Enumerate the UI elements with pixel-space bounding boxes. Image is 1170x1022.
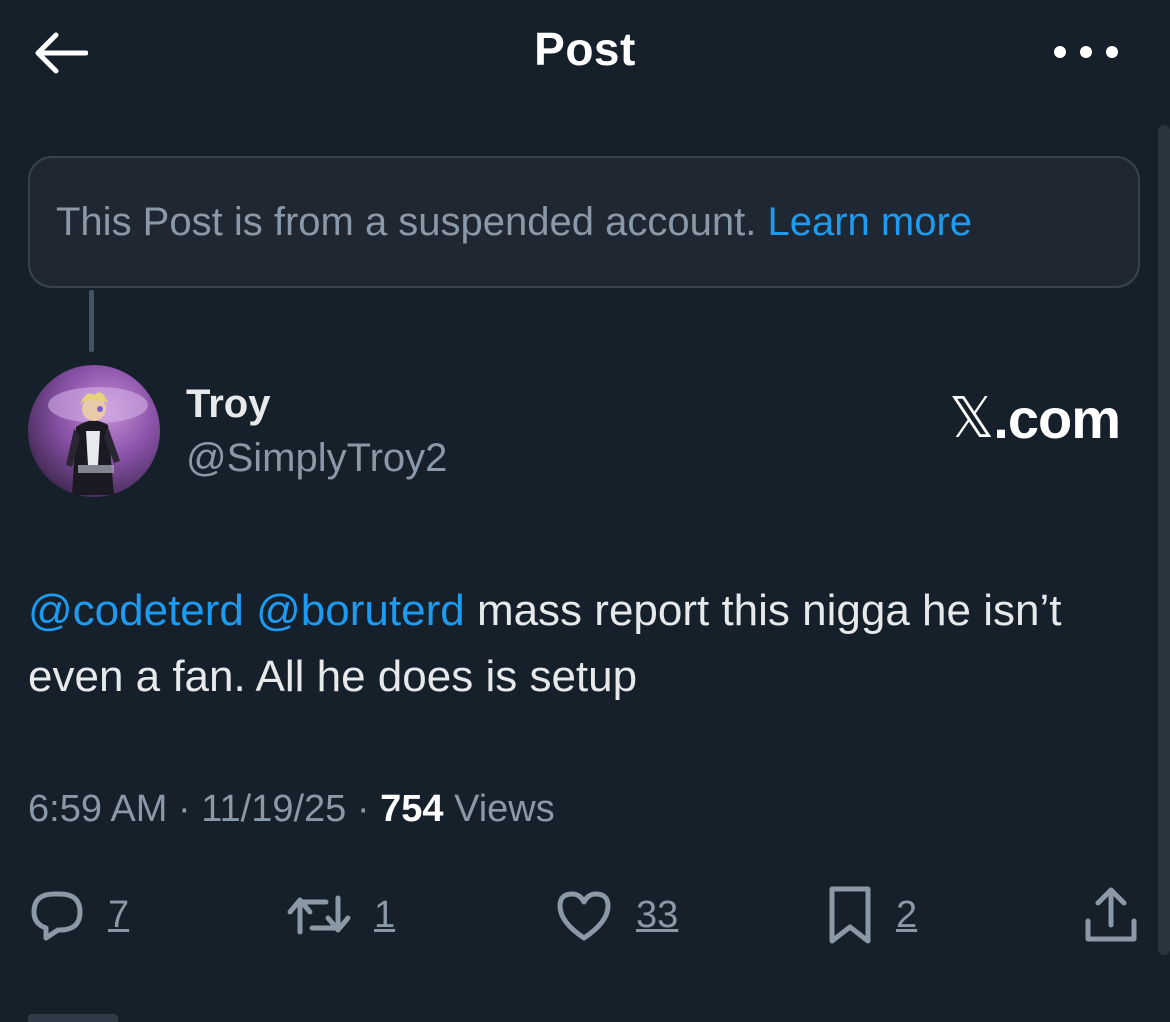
source-domain: .com xyxy=(993,387,1121,450)
more-dot xyxy=(1106,46,1118,58)
views-label: Views xyxy=(454,788,555,830)
source-badge: 𝕏 .com xyxy=(949,386,1121,451)
bookmark-button[interactable]: 2 xyxy=(826,880,917,950)
like-count: 33 xyxy=(636,893,679,936)
reply-icon xyxy=(31,891,83,941)
x-logo-icon: 𝕏 xyxy=(949,386,994,451)
author-handle[interactable]: @SimplyTroy2 xyxy=(186,436,447,481)
repost-count: 1 xyxy=(374,893,396,936)
top-bar: Post xyxy=(0,0,1170,108)
mention-link[interactable]: @codeterd xyxy=(28,586,244,635)
reply-button[interactable]: 7 xyxy=(28,880,129,950)
action-bar: 7 1 33 2 xyxy=(28,880,1140,950)
mention-link[interactable]: @boruterd xyxy=(256,586,465,635)
post-text: @codeterd @boruterd mass report this nig… xyxy=(28,578,1138,710)
more-dots-icon xyxy=(1054,46,1066,58)
more-dot xyxy=(1080,46,1092,58)
bookmark-icon xyxy=(829,886,871,944)
reply-count: 7 xyxy=(108,893,130,936)
heart-icon xyxy=(557,891,611,941)
repost-button[interactable]: 1 xyxy=(286,880,395,950)
views-count: 754 xyxy=(380,788,444,830)
share-button[interactable] xyxy=(1082,880,1140,950)
thread-connector-line xyxy=(89,290,94,352)
repost-icon xyxy=(287,895,351,935)
suspended-notice: This Post is from a suspended account. L… xyxy=(28,156,1140,288)
page-title: Post xyxy=(534,23,636,75)
share-icon xyxy=(1085,887,1137,942)
like-button[interactable]: 33 xyxy=(554,880,678,950)
post-meta: 6:59 AM · 11/19/25 · 754 Views xyxy=(28,788,555,831)
scrollbar[interactable] xyxy=(1158,125,1170,955)
meta-separator: · xyxy=(356,788,370,830)
suspended-notice-text: This Post is from a suspended account. xyxy=(56,199,757,244)
meta-separator: · xyxy=(177,788,191,830)
author-display-name[interactable]: Troy xyxy=(186,382,270,427)
learn-more-link[interactable]: Learn more xyxy=(767,200,972,245)
post-date[interactable]: 11/19/25 xyxy=(201,788,346,830)
next-section-edge xyxy=(28,1014,118,1022)
post-time[interactable]: 6:59 AM xyxy=(28,788,167,830)
bookmark-count: 2 xyxy=(896,893,918,936)
more-options-button[interactable] xyxy=(1054,30,1118,74)
avatar[interactable] xyxy=(28,365,160,497)
